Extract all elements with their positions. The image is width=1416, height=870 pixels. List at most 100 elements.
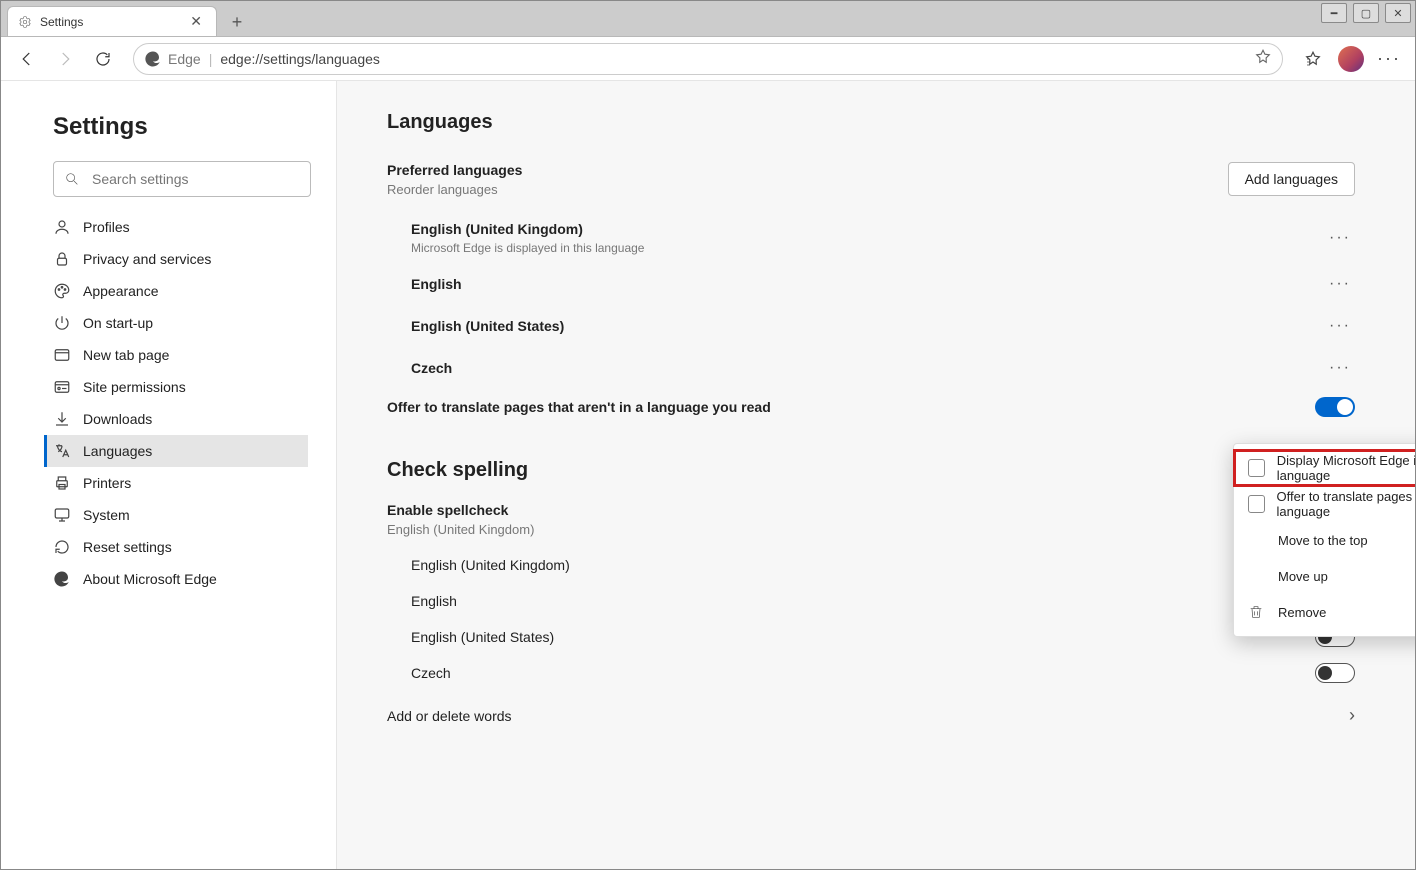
- browser-window: Settings ✕ + ━ ▢ ✕ Edge | edge://setting…: [0, 0, 1416, 870]
- sidebar-item-downloads[interactable]: Downloads: [47, 403, 311, 435]
- spellcheck-lang: English (United Kingdom): [411, 557, 570, 573]
- language-more-button[interactable]: ···: [1325, 225, 1355, 251]
- gear-icon: [18, 15, 32, 29]
- add-languages-button[interactable]: Add languages: [1228, 162, 1355, 196]
- preferred-languages-header: Preferred languages Reorder languages Ad…: [387, 162, 1355, 197]
- address-url: edge://settings/languages: [220, 51, 380, 67]
- ctx-offer-translate[interactable]: Offer to translate pages in this languag…: [1234, 486, 1415, 522]
- settings-search-input[interactable]: [90, 170, 300, 188]
- permissions-icon: [53, 378, 71, 396]
- person-icon: [53, 218, 71, 236]
- ctx-display-in-language[interactable]: Display Microsoft Edge in this language: [1234, 450, 1415, 486]
- favorite-icon[interactable]: [1254, 48, 1272, 69]
- download-icon: [53, 410, 71, 428]
- language-row: English (United States) ···: [387, 305, 1355, 347]
- edge-icon: [53, 570, 71, 588]
- address-bar[interactable]: Edge | edge://settings/languages: [133, 43, 1283, 75]
- address-separator: |: [209, 51, 213, 67]
- add-words-row[interactable]: Add or delete words ›: [387, 697, 1355, 734]
- enable-spellcheck-desc: English (United Kingdom): [387, 522, 1355, 537]
- sidebar-item-languages[interactable]: Languages: [44, 435, 308, 467]
- sidebar-item-label: Profiles: [83, 219, 130, 235]
- language-name: English (United States): [411, 318, 564, 334]
- ctx-remove[interactable]: Remove: [1234, 594, 1415, 630]
- sidebar-item-label: System: [83, 507, 130, 523]
- forward-button[interactable]: [49, 43, 81, 75]
- offer-translate-label: Offer to translate pages that aren't in …: [387, 399, 771, 415]
- ctx-label: Offer to translate pages in this languag…: [1277, 489, 1415, 519]
- chevron-right-icon: ›: [1349, 705, 1355, 726]
- sidebar-item-label: On start-up: [83, 315, 153, 331]
- ctx-label: Move to the top: [1278, 533, 1368, 548]
- sidebar-item-appearance[interactable]: Appearance: [47, 275, 311, 307]
- ctx-label: Move up: [1278, 569, 1328, 584]
- spellcheck-row: English (United Kingdom): [387, 547, 1355, 583]
- maximize-button[interactable]: ▢: [1353, 3, 1379, 23]
- close-tab-icon[interactable]: ✕: [186, 13, 206, 30]
- spellcheck-row: Czech: [387, 655, 1355, 691]
- sidebar-item-reset[interactable]: Reset settings: [47, 531, 311, 563]
- ctx-label: Remove: [1278, 605, 1326, 620]
- app-menu-button[interactable]: ···: [1373, 43, 1405, 75]
- spellcheck-row: English: [387, 583, 1355, 619]
- address-app-name: Edge: [168, 51, 201, 67]
- refresh-button[interactable]: [87, 43, 119, 75]
- preferred-subtitle: Reorder languages: [387, 182, 522, 197]
- offer-translate-toggle[interactable]: [1315, 397, 1355, 417]
- sidebar-item-label: Reset settings: [83, 539, 172, 555]
- sidebar-item-label: Languages: [83, 443, 152, 459]
- sidebar-item-label: Downloads: [83, 411, 152, 427]
- language-row: English ···: [387, 263, 1355, 305]
- sidebar-item-about[interactable]: About Microsoft Edge: [47, 563, 311, 595]
- offer-translate-row: Offer to translate pages that aren't in …: [387, 397, 1355, 417]
- preferred-title: Preferred languages: [387, 162, 522, 178]
- sidebar-item-label: About Microsoft Edge: [83, 571, 217, 587]
- language-more-button[interactable]: ···: [1325, 271, 1355, 297]
- sidebar-item-printers[interactable]: Printers: [47, 467, 311, 499]
- ctx-move-up[interactable]: Move up: [1234, 558, 1415, 594]
- close-window-button[interactable]: ✕: [1385, 3, 1411, 23]
- ctx-move-top[interactable]: Move to the top: [1234, 522, 1415, 558]
- language-icon: [53, 442, 71, 460]
- content-area: Settings Profiles Privacy and services A…: [1, 81, 1415, 869]
- settings-main: Languages Preferred languages Reorder la…: [337, 81, 1415, 869]
- back-button[interactable]: [11, 43, 43, 75]
- sidebar-item-newtab[interactable]: New tab page: [47, 339, 311, 371]
- language-row: Czech ···: [387, 347, 1355, 389]
- sidebar-item-privacy[interactable]: Privacy and services: [47, 243, 311, 275]
- profile-avatar[interactable]: [1335, 43, 1367, 75]
- language-more-button[interactable]: ···: [1325, 313, 1355, 339]
- printer-icon: [53, 474, 71, 492]
- sidebar-item-profiles[interactable]: Profiles: [47, 211, 311, 243]
- language-name: English (United Kingdom): [411, 221, 644, 237]
- toolbar: Edge | edge://settings/languages ···: [1, 37, 1415, 81]
- reset-icon: [53, 538, 71, 556]
- minimize-button[interactable]: ━: [1321, 3, 1347, 23]
- language-context-menu: Display Microsoft Edge in this language …: [1233, 443, 1415, 637]
- language-row: English (United Kingdom) Microsoft Edge …: [387, 213, 1355, 263]
- sidebar-item-system[interactable]: System: [47, 499, 311, 531]
- enable-spellcheck-header: Enable spellcheck English (United Kingdo…: [387, 502, 1355, 537]
- language-name: English: [411, 276, 462, 292]
- palette-icon: [53, 282, 71, 300]
- settings-search[interactable]: [53, 161, 311, 197]
- browser-tab-settings[interactable]: Settings ✕: [7, 6, 217, 36]
- spellcheck-lang: English: [411, 593, 457, 609]
- lock-icon: [53, 250, 71, 268]
- window-controls: ━ ▢ ✕: [1321, 3, 1411, 23]
- sidebar-item-label: Site permissions: [83, 379, 186, 395]
- spellcheck-lang: English (United States): [411, 629, 554, 645]
- system-icon: [53, 506, 71, 524]
- spellcheck-toggle[interactable]: [1315, 663, 1355, 683]
- sidebar-item-label: New tab page: [83, 347, 169, 363]
- language-more-button[interactable]: ···: [1325, 355, 1355, 381]
- favorites-button[interactable]: [1297, 43, 1329, 75]
- sidebar-item-permissions[interactable]: Site permissions: [47, 371, 311, 403]
- page-heading: Languages: [387, 111, 1355, 134]
- add-words-label: Add or delete words: [387, 708, 512, 724]
- language-name: Czech: [411, 360, 452, 376]
- tab-icon: [53, 346, 71, 364]
- sidebar-item-label: Privacy and services: [83, 251, 211, 267]
- sidebar-item-startup[interactable]: On start-up: [47, 307, 311, 339]
- new-tab-button[interactable]: +: [223, 8, 251, 36]
